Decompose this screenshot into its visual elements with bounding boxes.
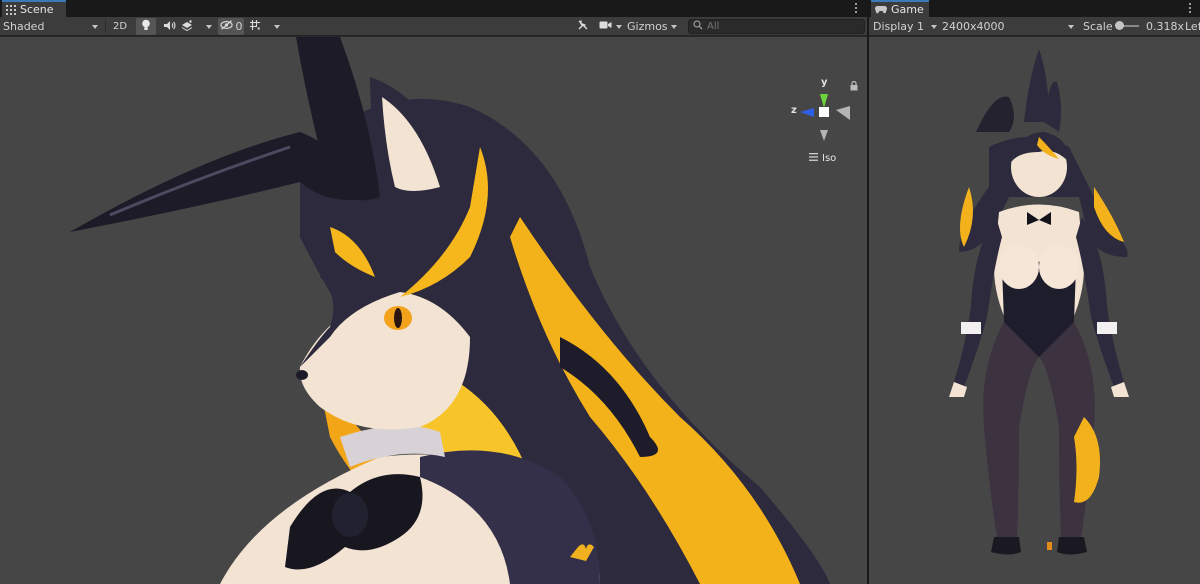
axis-y-label: y bbox=[821, 77, 828, 88]
resolution-dropdown[interactable]: 2400x4000 bbox=[942, 18, 1078, 35]
scale-label: Scale bbox=[1083, 18, 1113, 35]
search-input[interactable] bbox=[707, 21, 857, 32]
scale-slider-knob[interactable] bbox=[1115, 21, 1124, 30]
draw-mode-value: Shaded bbox=[3, 20, 45, 33]
2d-toggle-label: 2D bbox=[112, 21, 128, 32]
game-panel: Game Display 1 2400x4000 Scale 0.318x Le… bbox=[869, 0, 1200, 584]
scale-value: 0.318x bbox=[1146, 18, 1184, 35]
tools-button[interactable] bbox=[574, 18, 592, 35]
scene-kebab-menu-icon[interactable] bbox=[851, 1, 861, 15]
camera-icon bbox=[599, 20, 612, 33]
hamburger-icon bbox=[809, 153, 818, 164]
chevron-down-icon bbox=[931, 25, 937, 29]
gamepad-icon bbox=[875, 5, 887, 14]
tools-icon bbox=[577, 19, 589, 34]
visibility-icon bbox=[219, 20, 233, 33]
resolution-value: 2400x4000 bbox=[942, 20, 1005, 33]
scale-label-text: Scale bbox=[1083, 20, 1113, 33]
game-kebab-menu-icon[interactable] bbox=[1185, 1, 1195, 15]
scene-viewport[interactable]: y z Iso bbox=[0, 37, 867, 584]
chevron-down-icon bbox=[92, 25, 98, 29]
scene-search[interactable] bbox=[688, 19, 865, 34]
projection-label: Iso bbox=[822, 153, 837, 164]
axis-z-label: z bbox=[791, 105, 797, 116]
scale-value-text: 0.318x bbox=[1146, 20, 1185, 33]
scene-visibility-toggle[interactable]: 0 bbox=[218, 18, 244, 35]
hidden-count: 0 bbox=[235, 20, 243, 33]
gizmos-dropdown[interactable]: Gizmos bbox=[627, 18, 683, 35]
character-closeup-render bbox=[70, 37, 830, 584]
scene-tabbar: Scene bbox=[0, 0, 867, 17]
chevron-down-icon bbox=[615, 24, 622, 29]
chevron-down-icon bbox=[205, 24, 212, 29]
chevron-down-icon bbox=[273, 24, 280, 29]
lighting-toggle-button[interactable] bbox=[136, 18, 156, 35]
tab-game[interactable]: Game bbox=[871, 0, 929, 17]
projection-toggle[interactable]: Iso bbox=[809, 153, 836, 164]
tab-scene-label: Scene bbox=[20, 3, 54, 16]
audio-icon bbox=[163, 20, 176, 34]
lock-icon[interactable] bbox=[850, 80, 858, 94]
effects-dropdown[interactable] bbox=[181, 18, 212, 35]
display-value: Display 1 bbox=[873, 20, 925, 33]
2d-toggle-button[interactable]: 2D bbox=[110, 18, 130, 35]
game-tabbar: Game bbox=[869, 0, 1200, 17]
chevron-down-icon bbox=[1068, 25, 1074, 29]
gizmos-label: Gizmos bbox=[627, 20, 668, 33]
divider bbox=[105, 20, 106, 33]
grid-dropdown[interactable] bbox=[248, 18, 280, 35]
scene-panel: Scene Shaded 2D 0 Gizmos All y z Iso bbox=[0, 0, 867, 584]
tab-game-label: Game bbox=[891, 3, 924, 16]
draw-mode-dropdown[interactable]: Shaded bbox=[3, 18, 103, 35]
effects-icon bbox=[181, 19, 193, 34]
camera-dropdown[interactable] bbox=[596, 18, 624, 35]
light-icon bbox=[141, 19, 151, 34]
scene-grid-icon bbox=[6, 4, 16, 15]
grid-toggle-icon bbox=[249, 19, 262, 34]
overflow-label: Lef bbox=[1185, 18, 1200, 35]
scene-toolbar: Shaded 2D 0 Gizmos All bbox=[0, 17, 867, 36]
tab-scene[interactable]: Scene bbox=[2, 0, 66, 17]
character-fullbody-render bbox=[949, 49, 1129, 555]
game-toolbar: Display 1 2400x4000 Scale 0.318x Lef bbox=[869, 17, 1200, 36]
overflow-label-text: Lef bbox=[1185, 20, 1200, 33]
search-icon bbox=[693, 20, 703, 33]
chevron-down-icon bbox=[671, 25, 677, 29]
audio-toggle-button[interactable] bbox=[159, 18, 179, 35]
display-dropdown[interactable]: Display 1 bbox=[873, 18, 939, 35]
game-viewport[interactable] bbox=[869, 37, 1200, 584]
